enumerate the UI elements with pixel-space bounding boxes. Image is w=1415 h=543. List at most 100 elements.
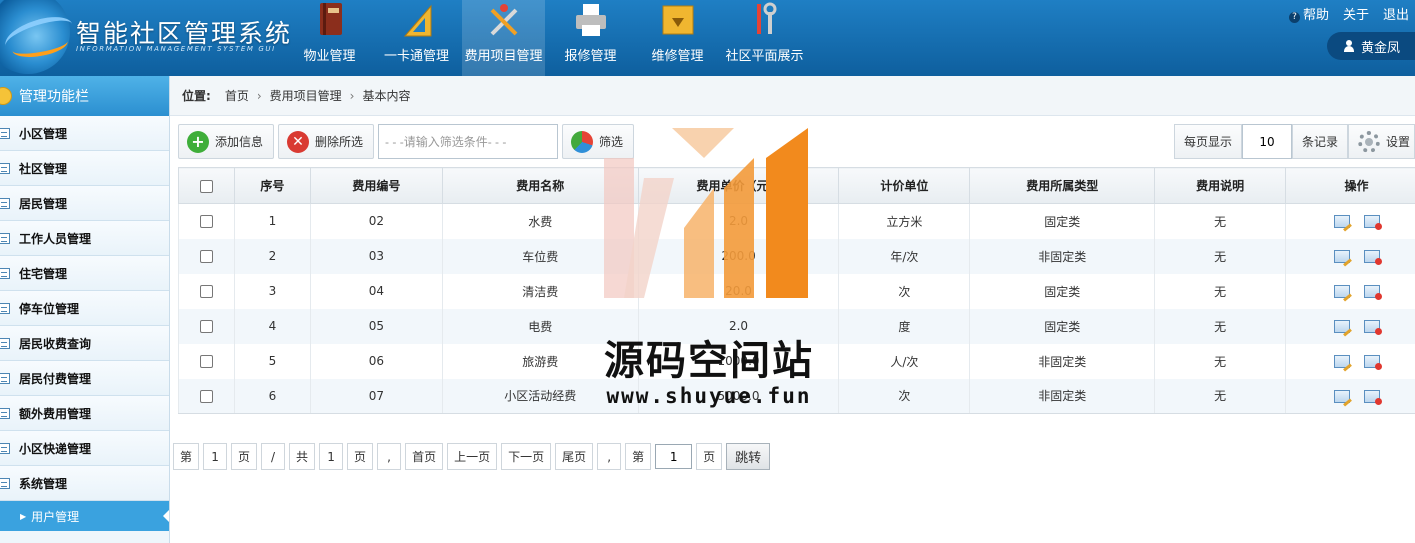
edit-icon[interactable] <box>1333 215 1350 229</box>
list-icon <box>0 198 10 209</box>
cell-desc: 无 <box>1154 238 1287 274</box>
pager-text: 第 <box>625 443 652 470</box>
plus-icon: + <box>187 130 209 153</box>
nav-repair-report[interactable]: 报修管理 <box>549 0 632 76</box>
nav-property[interactable]: 物业管理 <box>288 0 371 76</box>
nav-fee-items[interactable]: 费用项目管理 <box>462 0 545 76</box>
add-button[interactable]: + 添加信息 <box>178 124 275 159</box>
edit-icon[interactable] <box>1333 389 1350 403</box>
column-header: 序号 <box>233 167 311 204</box>
help-icon: ? <box>1288 12 1300 23</box>
cell-no: 1 <box>233 203 311 239</box>
top-links: ? 帮助 关于 退出 <box>1288 4 1409 23</box>
delete-icon[interactable] <box>1363 320 1382 335</box>
first-page-button[interactable]: 首页 <box>405 443 444 470</box>
cell-name: 水费 <box>441 203 639 239</box>
sidebar-item-payment[interactable]: 居民付费管理 <box>0 361 169 396</box>
sidebar-item-residents[interactable]: 居民管理 <box>0 186 169 221</box>
edit-icon[interactable] <box>1333 285 1350 298</box>
row-checkbox[interactable] <box>199 215 213 229</box>
breadcrumb-current: 基本内容 <box>362 89 411 103</box>
pager-text: / <box>261 443 286 470</box>
sidebar-item-housing[interactable]: 住宅管理 <box>0 256 169 291</box>
nav-label: 一卡通管理 <box>383 49 449 64</box>
nav-label: 物业管理 <box>303 49 356 64</box>
column-header: 费用编号 <box>309 167 443 204</box>
pager-text: 页 <box>696 443 723 470</box>
page-size-controls: 每页显示 条记录 设置 <box>1173 124 1415 159</box>
pager-text: 共 <box>289 443 316 470</box>
breadcrumb-fee-items[interactable]: 费用项目管理 <box>270 87 342 104</box>
close-icon: ✕ <box>287 130 310 153</box>
fee-items-table: 序号 费用编号 费用名称 费用单价（元） 计价单位 费用所属类型 费用说明 操作… <box>178 167 1415 414</box>
breadcrumb: 位置: 首页 › 费用项目管理 › 基本内容 <box>170 76 1415 116</box>
tools-icon <box>490 4 517 36</box>
list-icon <box>0 408 10 419</box>
about-link[interactable]: 关于 <box>1343 4 1369 23</box>
cell-price: 20.0 <box>637 273 840 309</box>
sidebar-item-fee-query[interactable]: 居民收费查询 <box>0 326 169 361</box>
filter-input[interactable] <box>378 124 559 159</box>
settings-button[interactable]: 设置 <box>1347 124 1415 159</box>
records-label: 条记录 <box>1291 124 1348 159</box>
table-row: 6 07 小区活动经费 5000.0 次 非固定类 无 <box>178 378 1415 414</box>
nav-community-map[interactable]: 社区平面展示 <box>723 0 806 76</box>
ruler-icon <box>403 4 431 37</box>
sidebar-subitem-user-management[interactable]: ▶ 用户管理 <box>0 501 169 531</box>
sidebar-item-label: 停车位管理 <box>19 301 80 316</box>
last-page-button[interactable]: 尾页 <box>555 443 594 470</box>
sidebar-item-extra-fees[interactable]: 额外费用管理 <box>0 396 169 431</box>
row-checkbox[interactable] <box>199 250 213 263</box>
filter-button[interactable]: 筛选 <box>562 124 635 159</box>
delete-icon[interactable] <box>1363 355 1382 370</box>
sidebar-item-parking[interactable]: 停车位管理 <box>0 291 169 326</box>
row-checkbox[interactable] <box>199 355 213 368</box>
delete-icon[interactable] <box>1363 250 1382 265</box>
delete-selected-button[interactable]: ✕ 删除所选 <box>278 124 375 159</box>
help-label: 帮助 <box>1302 8 1329 23</box>
list-icon <box>0 233 10 244</box>
delete-icon[interactable] <box>1363 389 1382 405</box>
sidebar-item-community[interactable]: 社区管理 <box>0 151 169 186</box>
row-checkbox[interactable] <box>199 320 213 333</box>
column-header: 计价单位 <box>838 167 971 204</box>
sidebar-item-label: 小区管理 <box>19 126 68 141</box>
logout-link[interactable]: 退出 <box>1383 4 1409 23</box>
user-badge[interactable]: 黄金凤 <box>1327 32 1415 60</box>
folder-icon <box>662 5 693 35</box>
prev-page-button[interactable]: 上一页 <box>447 443 498 470</box>
select-all-header[interactable] <box>178 167 235 204</box>
sidebar-item-staff[interactable]: 工作人员管理 <box>0 221 169 256</box>
sidebar-item-system[interactable]: 系统管理 <box>0 466 169 501</box>
nav-card[interactable]: 一卡通管理 <box>375 0 458 76</box>
cell-type: 非固定类 <box>969 343 1156 379</box>
total-pages: 1 <box>319 443 344 470</box>
edit-icon[interactable] <box>1333 320 1350 333</box>
cell-type: 固定类 <box>969 203 1156 239</box>
sidebar-title: 管理功能栏 <box>19 89 89 105</box>
nav-label: 报修管理 <box>564 49 617 64</box>
table-row: 3 04 清洁费 20.0 次 固定类 无 <box>178 273 1415 309</box>
breadcrumb-home[interactable]: 首页 <box>225 87 249 104</box>
delete-icon[interactable] <box>1363 215 1382 231</box>
row-checkbox[interactable] <box>199 389 213 403</box>
cell-unit: 度 <box>838 308 971 344</box>
column-header: 费用所属类型 <box>969 167 1156 204</box>
jump-button[interactable]: 跳转 <box>726 443 771 470</box>
select-all-checkbox[interactable] <box>199 179 213 193</box>
nav-maintenance[interactable]: 维修管理 <box>636 0 719 76</box>
pager-text: , <box>377 443 402 470</box>
next-page-button[interactable]: 下一页 <box>501 443 552 470</box>
sidebar-item-community-area[interactable]: 小区管理 <box>0 116 169 151</box>
per-page-input[interactable] <box>1241 124 1292 159</box>
help-link[interactable]: ? 帮助 <box>1288 4 1329 23</box>
chevron-right-icon: › <box>349 88 355 103</box>
row-checkbox[interactable] <box>199 285 213 298</box>
delete-icon[interactable] <box>1363 285 1382 300</box>
sidebar-item-express[interactable]: 小区快递管理 <box>0 431 169 466</box>
jump-page-input[interactable] <box>655 444 693 469</box>
edit-icon[interactable] <box>1333 355 1350 368</box>
column-header: 费用名称 <box>441 167 639 204</box>
edit-icon[interactable] <box>1333 250 1350 263</box>
pie-chart-icon <box>571 130 594 153</box>
